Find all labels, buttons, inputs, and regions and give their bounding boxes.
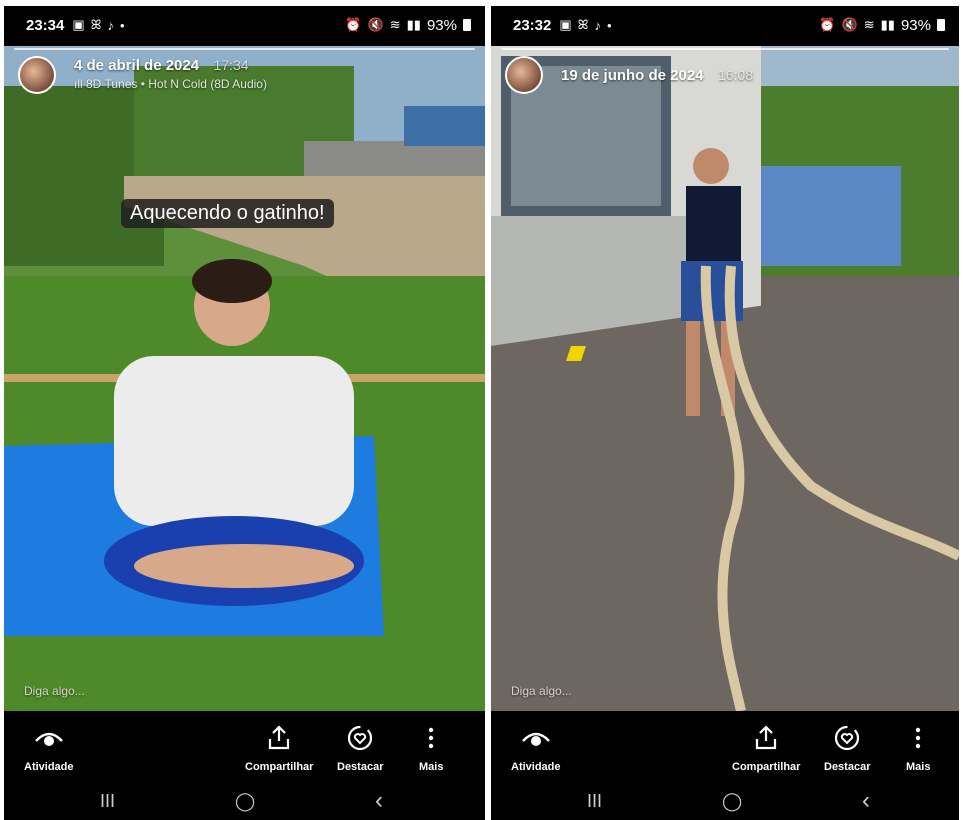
share-icon [267, 725, 291, 751]
share-label: Compartilhar [245, 761, 314, 773]
eye-icon [34, 725, 64, 751]
signal-icon: ▮▮ [406, 17, 421, 32]
share-label: Compartilhar [732, 761, 801, 773]
highlight-heart-icon [833, 725, 861, 751]
wifi-icon: ≋ [863, 17, 875, 32]
status-time: 23:32 [513, 16, 552, 34]
reply-input[interactable]: Diga algo... [511, 684, 572, 698]
story-time: 17:34 [213, 57, 249, 73]
navigation-bar: III ◯ ‹ [4, 783, 485, 820]
story-photo-workout[interactable] [4, 46, 485, 711]
story-photo-battle-rope[interactable] [491, 46, 959, 711]
share-button[interactable]: Compartilhar [732, 725, 800, 773]
battery-icon [937, 19, 945, 31]
activity-label: Atividade [511, 761, 561, 773]
activity-label: Atividade [24, 761, 74, 773]
dot-icon: • [607, 17, 612, 33]
mute-icon: 🔇 [841, 17, 858, 32]
music-label: 8D Tunes • Hot N Cold (8D Audio) [86, 77, 267, 91]
tiktok-icon: ♪ [107, 17, 115, 33]
eye-icon [521, 725, 551, 751]
apps-icon: ꕤ [577, 17, 589, 32]
more-button[interactable]: Mais [419, 725, 443, 773]
alarm-icon: ⏰ [345, 17, 362, 32]
status-bar: 23:34 ▣ ꕤ ♪ • ⏰ 🔇 ≋ ▮▮ 93% [4, 6, 485, 44]
status-bar: 23:32 ▣ ꕤ ♪ • ⏰ 🔇 ≋ ▮▮ 93% [491, 6, 959, 44]
activity-button[interactable]: Atividade [24, 725, 74, 773]
story-date: 19 de junho de 2024 [561, 67, 704, 84]
highlight-label: Destacar [824, 761, 871, 773]
activity-button[interactable]: Atividade [511, 725, 561, 773]
story-screen-left: 23:34 ▣ ꕤ ♪ • ⏰ 🔇 ≋ ▮▮ 93% 4 de abril de… [4, 6, 485, 820]
story-music[interactable]: ıll 8D Tunes • Hot N Cold (8D Audio) [74, 75, 267, 93]
signal-icon: ▮▮ [880, 17, 895, 32]
story-action-bar: Atividade Compartilhar Destacar Mais [491, 711, 959, 783]
mute-icon: 🔇 [367, 17, 384, 32]
recents-button[interactable]: III [587, 791, 602, 812]
gallery-icon: ▣ [72, 17, 85, 32]
back-button[interactable]: ‹ [862, 787, 870, 815]
gallery-icon: ▣ [559, 17, 572, 32]
share-button[interactable]: Compartilhar [245, 725, 313, 773]
wifi-icon: ≋ [389, 17, 401, 32]
home-button[interactable]: ◯ [235, 791, 255, 812]
story-action-bar: Atividade Compartilhar Destacar Mais [4, 711, 485, 783]
story-caption: Aquecendo o gatinho! [121, 199, 334, 228]
battery-percent: 93% [900, 16, 931, 34]
apps-icon: ꕤ [90, 17, 102, 32]
status-time: 23:34 [26, 16, 65, 34]
share-icon [754, 725, 778, 751]
battery-icon [463, 19, 471, 31]
highlight-button[interactable]: Destacar [337, 725, 383, 773]
reply-input[interactable]: Diga algo... [24, 684, 85, 698]
tiktok-icon: ♪ [594, 17, 602, 33]
more-label: Mais [419, 761, 444, 773]
more-vertical-icon [915, 725, 921, 751]
music-bars-icon: ıll [74, 77, 86, 91]
avatar[interactable] [18, 56, 56, 94]
more-label: Mais [906, 761, 931, 773]
story-header: 4 de abril de 2024 17:34 ıll 8D Tunes • … [18, 56, 475, 94]
alarm-icon: ⏰ [819, 17, 836, 32]
story-progress-bar [501, 48, 949, 50]
highlight-heart-icon [346, 725, 374, 751]
navigation-bar: III ◯ ‹ [491, 783, 959, 820]
highlight-button[interactable]: Destacar [824, 725, 870, 773]
recents-button[interactable]: III [100, 791, 115, 812]
back-button[interactable]: ‹ [375, 787, 383, 815]
home-button[interactable]: ◯ [722, 791, 742, 812]
story-screen-right: 23:32 ▣ ꕤ ♪ • ⏰ 🔇 ≋ ▮▮ 93% 19 de junho d… [491, 6, 959, 820]
story-progress-bar [14, 48, 475, 50]
battery-percent: 93% [426, 16, 457, 34]
story-header: 19 de junho de 2024 16:08 [505, 56, 949, 94]
dot-icon: • [120, 17, 125, 33]
avatar[interactable] [505, 56, 543, 94]
story-time: 16:08 [718, 67, 754, 83]
more-vertical-icon [428, 725, 434, 751]
more-button[interactable]: Mais [906, 725, 930, 773]
story-date: 4 de abril de 2024 [74, 57, 200, 74]
highlight-label: Destacar [337, 761, 384, 773]
